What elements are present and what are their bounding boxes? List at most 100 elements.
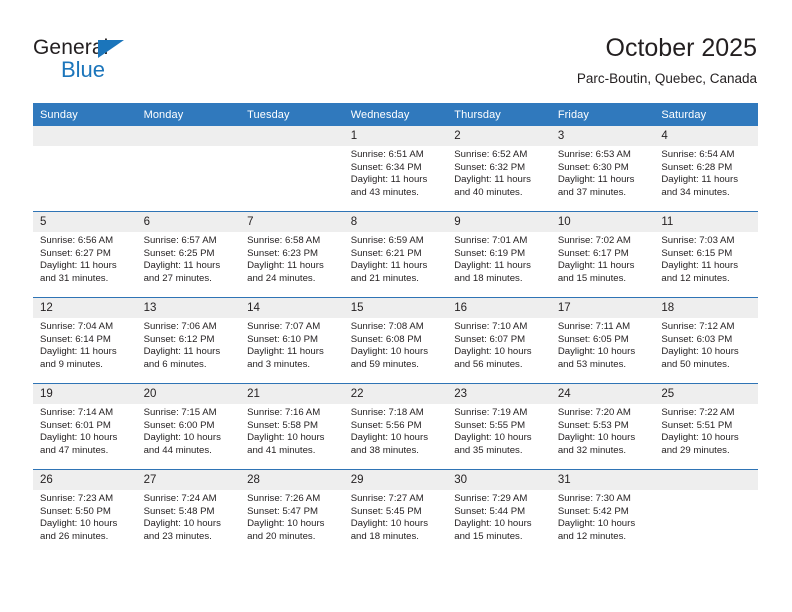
calendar-day-cell[interactable]: 21 Sunrise: 7:16 AM Sunset: 5:58 PM Dayligh…: [240, 383, 344, 470]
day-sun-info: Sunrise: 6:59 AM Sunset: 6:21 PM Daylight:…: [344, 232, 448, 285]
day-number: 5: [33, 212, 137, 232]
calendar-week-row: 12 Sunrise: 7:04 AM Sunset: 6:14 PM Dayligh…: [33, 297, 758, 384]
calendar-day-cell[interactable]: 9 Sunrise: 7:01 AM Sunset: 6:19 PM Daylight…: [447, 211, 551, 298]
sunrise-time: Sunrise: 7:06 AM: [143, 321, 217, 332]
calendar-day-cell[interactable]: 13 Sunrise: 7:06 AM Sunset: 6:12 PM Dayligh…: [136, 297, 241, 384]
weekday-header-thursday: Thursday: [447, 103, 551, 126]
daylight-duration-line2: and 50 minutes.: [661, 358, 730, 370]
sunset-time: Sunset: 5:44 PM: [454, 505, 526, 517]
day-number: 1: [343, 126, 448, 146]
calendar-day-cell[interactable]: 5 Sunrise: 6:56 AM Sunset: 6:27 PM Daylight…: [33, 211, 137, 298]
day-number: 14: [240, 298, 344, 318]
day-number: 13: [136, 298, 241, 318]
sunset-time: Sunset: 6:12 PM: [143, 333, 215, 345]
calendar-day-cell[interactable]: 29 Sunrise: 7:27 AM Sunset: 5:45 PM Dayligh…: [343, 469, 448, 555]
calendar-day-cell[interactable]: 15 Sunrise: 7:08 AM Sunset: 6:08 PM Dayligh…: [343, 297, 448, 384]
day-number: 31: [550, 470, 655, 490]
calendar-day-cell[interactable]: 1 Sunrise: 6:51 AM Sunset: 6:34 PM Daylight…: [343, 126, 448, 212]
daylight-duration-line2: and 12 minutes.: [557, 530, 627, 542]
sunset-time: Sunset: 6:17 PM: [557, 247, 629, 259]
daylight-duration-line1: Daylight: 11 hours: [557, 174, 635, 186]
sunrise-time: Sunrise: 6:59 AM: [350, 235, 424, 246]
calendar-day-cell[interactable]: 22 Sunrise: 7:18 AM Sunset: 5:56 PM Dayligh…: [343, 383, 448, 470]
calendar-week-row: 26 Sunrise: 7:23 AM Sunset: 5:50 PM Dayligh…: [33, 469, 758, 555]
daylight-duration-line2: and 38 minutes.: [350, 444, 419, 456]
calendar-day-cell[interactable]: 2 Sunrise: 6:52 AM Sunset: 6:32 PM Daylight…: [447, 126, 551, 212]
sunrise-time: Sunrise: 7:10 AM: [454, 321, 528, 332]
calendar-day-cell[interactable]: 10 Sunrise: 7:02 AM Sunset: 6:17 PM Dayligh…: [550, 211, 655, 298]
day-sun-info: Sunrise: 6:53 AM Sunset: 6:30 PM Daylight:…: [551, 146, 655, 199]
sunrise-time: Sunrise: 6:56 AM: [40, 235, 114, 246]
sunrise-time: Sunrise: 7:08 AM: [350, 321, 424, 332]
calendar-page: General Blue October 2025 Parc-Boutin, Q…: [0, 0, 792, 612]
daylight-duration-line2: and 3 minutes.: [247, 358, 311, 370]
calendar-day-cell[interactable]: 8 Sunrise: 6:59 AM Sunset: 6:21 PM Daylight…: [343, 211, 448, 298]
sunset-time: Sunset: 6:08 PM: [350, 333, 422, 345]
day-number: 4: [654, 126, 758, 146]
sunrise-time: Sunrise: 7:15 AM: [143, 407, 217, 418]
calendar-day-cell[interactable]: 18 Sunrise: 7:12 AM Sunset: 6:03 PM Dayligh…: [654, 297, 758, 384]
calendar-day-cell[interactable]: 31 Sunrise: 7:30 AM Sunset: 5:42 PM Dayligh…: [550, 469, 655, 555]
daylight-duration-line2: and 47 minutes.: [40, 444, 109, 456]
day-number: 27: [136, 470, 241, 490]
daylight-duration-line2: and 29 minutes.: [661, 444, 730, 456]
calendar-day-cell[interactable]: 26 Sunrise: 7:23 AM Sunset: 5:50 PM Dayligh…: [33, 469, 137, 555]
day-sun-info: Sunrise: 6:56 AM Sunset: 6:27 PM Daylight:…: [33, 232, 137, 285]
daylight-duration-line2: and 43 minutes.: [350, 186, 419, 198]
sunrise-time: Sunrise: 7:02 AM: [557, 235, 631, 246]
day-number: [136, 126, 241, 146]
general-blue-logo[interactable]: General Blue: [33, 36, 153, 84]
daylight-duration-line1: Daylight: 10 hours: [557, 518, 636, 530]
day-sun-info: Sunrise: 7:10 AM Sunset: 6:07 PM Daylight:…: [447, 318, 551, 371]
sunrise-time: Sunrise: 7:30 AM: [557, 493, 631, 504]
day-sun-info: Sunrise: 7:18 AM Sunset: 5:56 PM Daylight:…: [344, 404, 448, 457]
day-number: [654, 470, 758, 490]
daylight-duration-line2: and 6 minutes.: [143, 358, 207, 370]
calendar-day-cell[interactable]: 28 Sunrise: 7:26 AM Sunset: 5:47 PM Dayligh…: [240, 469, 344, 555]
calendar-day-cell[interactable]: 24 Sunrise: 7:20 AM Sunset: 5:53 PM Dayligh…: [550, 383, 655, 470]
calendar-day-cell[interactable]: 23 Sunrise: 7:19 AM Sunset: 5:55 PM Dayligh…: [447, 383, 551, 470]
calendar-day-cell[interactable]: 16 Sunrise: 7:10 AM Sunset: 6:07 PM Dayligh…: [447, 297, 551, 384]
sunset-time: Sunset: 6:25 PM: [143, 247, 215, 259]
day-sun-info: Sunrise: 7:20 AM Sunset: 5:53 PM Daylight:…: [551, 404, 655, 457]
calendar-day-cell[interactable]: 25 Sunrise: 7:22 AM Sunset: 5:51 PM Dayligh…: [654, 383, 758, 470]
calendar-day-cell[interactable]: 12 Sunrise: 7:04 AM Sunset: 6:14 PM Dayligh…: [33, 297, 137, 384]
calendar-day-cell[interactable]: 19 Sunrise: 7:14 AM Sunset: 6:01 PM Dayligh…: [33, 383, 137, 470]
day-number: 19: [33, 384, 137, 404]
day-number: 30: [447, 470, 551, 490]
daylight-duration-line2: and 27 minutes.: [143, 272, 212, 284]
sunrise-time: Sunrise: 6:52 AM: [454, 149, 528, 160]
daylight-duration-line1: Daylight: 10 hours: [350, 518, 429, 530]
calendar-day-cell[interactable]: 6 Sunrise: 6:57 AM Sunset: 6:25 PM Daylight…: [136, 211, 241, 298]
calendar-day-cell[interactable]: 30 Sunrise: 7:29 AM Sunset: 5:44 PM Dayligh…: [447, 469, 551, 555]
calendar-week-row: 5 Sunrise: 6:56 AM Sunset: 6:27 PM Daylight…: [33, 211, 758, 298]
sunset-time: Sunset: 6:27 PM: [40, 247, 111, 259]
calendar-day-cell[interactable]: 27 Sunrise: 7:24 AM Sunset: 5:48 PM Dayligh…: [136, 469, 241, 555]
calendar-day-cell[interactable]: 7 Sunrise: 6:58 AM Sunset: 6:23 PM Daylight…: [240, 211, 344, 298]
daylight-duration-line2: and 32 minutes.: [557, 444, 627, 456]
sunrise-time: Sunrise: 7:16 AM: [247, 407, 321, 418]
calendar-day-cell[interactable]: 3 Sunrise: 6:53 AM Sunset: 6:30 PM Daylight…: [550, 126, 655, 212]
daylight-duration-line2: and 44 minutes.: [143, 444, 212, 456]
daylight-duration-line2: and 20 minutes.: [247, 530, 316, 542]
calendar-day-cell[interactable]: 11 Sunrise: 7:03 AM Sunset: 6:15 PM Dayligh…: [654, 211, 758, 298]
calendar-day-cell-empty: [136, 126, 241, 212]
calendar-day-cell[interactable]: 17 Sunrise: 7:11 AM Sunset: 6:05 PM Dayligh…: [550, 297, 655, 384]
day-number: 9: [447, 212, 551, 232]
daylight-duration-line1: Daylight: 10 hours: [247, 518, 325, 530]
sunset-time: Sunset: 5:53 PM: [557, 419, 629, 431]
calendar-day-cell[interactable]: 20 Sunrise: 7:15 AM Sunset: 6:00 PM Dayligh…: [136, 383, 241, 470]
page-header: General Blue October 2025 Parc-Boutin, Q…: [0, 0, 792, 103]
sunrise-time: Sunrise: 7:11 AM: [557, 321, 631, 332]
daylight-duration-line1: Daylight: 11 hours: [454, 174, 531, 186]
sunrise-time: Sunrise: 6:53 AM: [557, 149, 631, 160]
calendar-day-cell[interactable]: 14 Sunrise: 7:07 AM Sunset: 6:10 PM Dayligh…: [240, 297, 344, 384]
day-sun-info: Sunrise: 7:02 AM Sunset: 6:17 PM Daylight:…: [551, 232, 655, 285]
calendar-day-cell[interactable]: 4 Sunrise: 6:54 AM Sunset: 6:28 PM Daylight…: [654, 126, 758, 212]
sunrise-time: Sunrise: 7:24 AM: [143, 493, 217, 504]
sunrise-time: Sunrise: 7:14 AM: [40, 407, 114, 418]
sunrise-time: Sunrise: 7:22 AM: [661, 407, 735, 418]
daylight-duration-line1: Daylight: 10 hours: [40, 518, 118, 530]
day-sun-info: Sunrise: 7:01 AM Sunset: 6:19 PM Daylight:…: [447, 232, 551, 285]
day-sun-info: Sunrise: 7:08 AM Sunset: 6:08 PM Daylight:…: [344, 318, 448, 371]
